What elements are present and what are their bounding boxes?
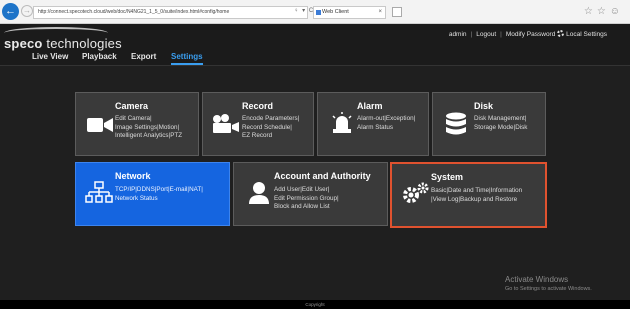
modify-password-link[interactable]: Modify Password xyxy=(506,31,556,38)
tile-title: Network xyxy=(115,171,151,181)
tab-title: Web Client xyxy=(322,9,349,15)
copyright-text: Copyright xyxy=(305,302,325,307)
link-disk-management[interactable]: Disk Management| xyxy=(474,115,527,124)
address-tools-icon[interactable]: ♀ ▾ C xyxy=(294,7,314,14)
disk-icon xyxy=(446,112,466,135)
activate-windows-watermark: Activate Windows Go to Settings to activ… xyxy=(505,275,592,292)
username: admin xyxy=(448,31,467,38)
link-alarm-out-exception[interactable]: Alarm-out|Exception| xyxy=(357,115,415,124)
nav-live-view[interactable]: Live View xyxy=(32,52,68,61)
logo: speco technologies xyxy=(4,36,122,51)
tile-record[interactable]: Record Encode Parameters| Record Schedul… xyxy=(202,92,314,156)
gears-icon xyxy=(403,182,429,203)
tile-title: Alarm xyxy=(357,101,383,111)
separator: | xyxy=(470,31,473,38)
tile-alarm[interactable]: Alarm Alarm-out|Exception| Alarm Status xyxy=(317,92,429,156)
link-storage-mode[interactable]: Storage Mode|Disk xyxy=(474,124,527,133)
tile-description: Disk Management| Storage Mode|Disk xyxy=(474,115,527,132)
main-nav: Live View Playback Export Settings xyxy=(0,52,300,66)
back-arrow-icon[interactable]: ← xyxy=(2,3,19,20)
nav-export[interactable]: Export xyxy=(131,52,156,61)
tile-disk[interactable]: Disk Disk Management| Storage Mode|Disk xyxy=(432,92,546,156)
tile-description: TCP/IP|DDNS|Port|E-mail|NAT| Network Sta… xyxy=(115,186,203,203)
link-record-schedule[interactable]: Record Schedule| xyxy=(242,124,299,133)
alarm-icon xyxy=(332,112,352,133)
tile-title: System xyxy=(431,172,464,182)
new-tab-icon[interactable] xyxy=(392,7,402,17)
user-icon xyxy=(249,182,269,204)
tile-title: Record xyxy=(242,101,274,111)
tile-title: Camera xyxy=(115,101,149,111)
app-header: speco technologies Live View Playback Ex… xyxy=(0,24,630,66)
tile-camera[interactable]: Camera Edit Camera| Image Settings|Motio… xyxy=(75,92,199,156)
link-analytics-ptz[interactable]: Intelligent Analytics|PTZ xyxy=(115,132,182,141)
link-image-motion[interactable]: Image Settings|Motion| xyxy=(115,124,182,133)
separator: | xyxy=(500,31,502,38)
link-network-status[interactable]: Network Status xyxy=(115,195,203,204)
tile-system[interactable]: System Basic|Date and Time|Information |… xyxy=(390,162,547,228)
forward-arrow-icon[interactable]: → xyxy=(21,5,33,17)
browser-tab[interactable]: Web Client × xyxy=(313,6,386,19)
link-tcpip-ddns[interactable]: TCP/IP|DDNS|Port|E-mail|NAT| xyxy=(115,186,203,195)
link-block-allow-list[interactable]: Block and Allow List xyxy=(274,203,339,212)
link-alarm-status[interactable]: Alarm Status xyxy=(357,124,415,133)
tile-title: Disk xyxy=(474,101,494,111)
link-add-edit-user[interactable]: Add User|Edit User| xyxy=(274,186,339,195)
camera-icon xyxy=(87,118,113,132)
tile-description: Alarm-out|Exception| Alarm Status xyxy=(357,115,415,132)
record-icon xyxy=(213,114,239,133)
tab-close-icon[interactable]: × xyxy=(378,7,382,18)
link-ez-record[interactable]: EZ Record xyxy=(242,132,299,141)
link-edit-camera[interactable]: Edit Camera| xyxy=(115,115,182,124)
footer: Copyright xyxy=(0,300,630,309)
browser-toolbar: ← → http://connect.specotech.cloud/web/d… xyxy=(0,0,630,24)
favicon-icon xyxy=(316,10,321,15)
browser-right-icons[interactable]: ☆☆☺ xyxy=(584,6,624,17)
watermark-title: Activate Windows xyxy=(505,275,569,284)
tile-network[interactable]: Network TCP/IP|DDNS|Port|E-mail|NAT| Net… xyxy=(75,162,230,226)
tile-description: Encode Parameters| Record Schedule| EZ R… xyxy=(242,115,299,141)
local-settings-link[interactable]: Local Settings xyxy=(566,31,607,38)
tile-description: Edit Camera| Image Settings|Motion| Inte… xyxy=(115,115,182,141)
address-bar[interactable]: http://connect.specotech.cloud/web/doc/N… xyxy=(33,6,308,19)
logout-link[interactable]: Logout xyxy=(476,31,496,38)
user-bar: admin | Logout | Modify Password Local Setti… xyxy=(449,30,607,38)
network-icon xyxy=(85,181,113,203)
tile-description: Basic|Date and Time|Information |View Lo… xyxy=(431,187,522,204)
gear-icon xyxy=(557,30,565,37)
link-view-log-backup[interactable]: |View Log|Backup and Restore xyxy=(431,196,522,205)
link-edit-permission-group[interactable]: Edit Permission Group| xyxy=(274,195,339,204)
watermark-subtitle: Go to Settings to activate Windows. xyxy=(505,286,592,292)
link-encode-parameters[interactable]: Encode Parameters| xyxy=(242,115,299,124)
tile-account-authority[interactable]: Account and Authority Add User|Edit User… xyxy=(233,162,388,226)
nav-settings[interactable]: Settings xyxy=(171,52,203,65)
nav-playback[interactable]: Playback xyxy=(82,52,117,61)
link-basic-date-time[interactable]: Basic|Date and Time|Information xyxy=(431,187,522,196)
tile-title: Account and Authority xyxy=(274,171,371,181)
tile-description: Add User|Edit User| Edit Permission Grou… xyxy=(274,186,339,212)
